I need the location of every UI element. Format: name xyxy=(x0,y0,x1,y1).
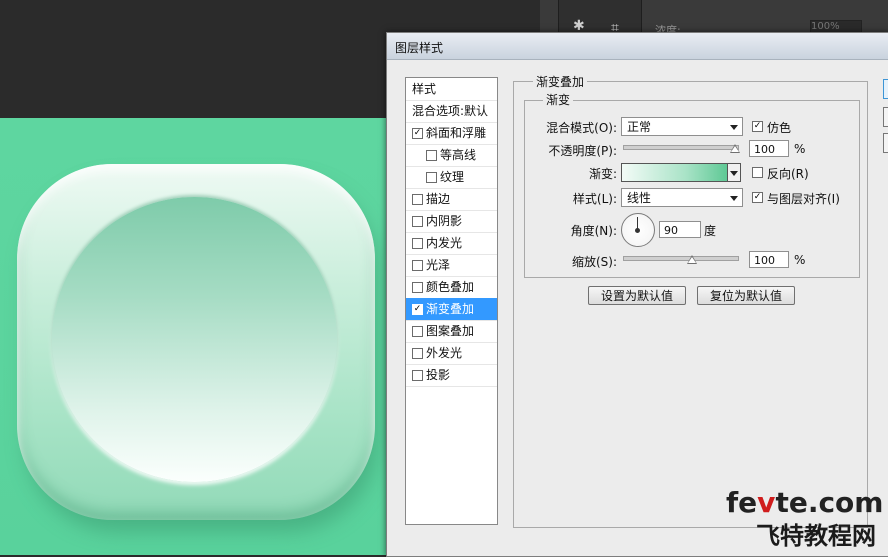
style-list-label: 斜面和浮雕 xyxy=(426,126,487,140)
dialog-title: 图层样式 xyxy=(395,41,444,55)
style-list-item[interactable]: 纹理 xyxy=(406,166,497,189)
watermark-url: fevte.com xyxy=(726,486,884,519)
style-list: 样式 混合选项:默认 ✓ 斜面和浮雕 等高线 纹理 描边 内阴影 内发光 光泽 颜色叠加 ✓ 渐变叠加图… xyxy=(405,77,498,525)
align-with-layer-label: 与图层对齐(I) xyxy=(767,192,840,206)
style-label: 样式(L): xyxy=(572,192,617,206)
style-list-checkbox[interactable]: ✓ xyxy=(412,128,423,139)
new-style-button[interactable] xyxy=(883,133,888,153)
opacity-slider-thumb[interactable] xyxy=(730,144,740,153)
style-list-checkbox[interactable] xyxy=(412,194,423,205)
style-list-item[interactable]: ✓ 渐变叠加 xyxy=(406,298,497,321)
dither-checkbox[interactable]: ✓ xyxy=(752,121,763,132)
style-list-item[interactable]: ✓ 斜面和浮雕 xyxy=(406,122,497,145)
ok-button[interactable] xyxy=(883,79,888,99)
style-list-checkbox[interactable] xyxy=(412,238,423,249)
blend-mode-select[interactable]: 正常 xyxy=(621,117,743,136)
style-list-checkbox[interactable] xyxy=(412,370,423,381)
reset-default-button[interactable]: 复位为默认值 xyxy=(697,286,795,305)
style-list-checkbox[interactable] xyxy=(412,326,423,337)
style-list-checkbox[interactable] xyxy=(412,260,423,271)
layer-style-dialog: 图层样式 样式 混合选项:默认 ✓ 斜面和浮雕 等高线 纹理 描边 内阴影 内发光 光泽 颜色叠加 ✓… xyxy=(386,32,888,557)
chevron-down-icon xyxy=(730,171,738,176)
scale-label: 缩放(S): xyxy=(571,255,617,269)
style-list-checkbox[interactable] xyxy=(412,216,423,227)
scale-unit: % xyxy=(794,253,806,267)
style-list-item[interactable]: 内发光 xyxy=(406,232,497,255)
style-list-label: 描边 xyxy=(426,192,451,206)
scale-slider-thumb[interactable] xyxy=(687,255,697,264)
gradient-swatch[interactable] xyxy=(621,163,729,182)
style-list-item[interactable]: 混合选项:默认 xyxy=(406,100,497,123)
style-list-label: 内阴影 xyxy=(426,214,463,228)
style-list-label: 混合选项:默认 xyxy=(412,104,489,118)
style-list-item[interactable]: 内阴影 xyxy=(406,210,497,233)
opacity-label: 不透明度(P): xyxy=(548,144,617,158)
align-with-layer-checkbox[interactable]: ✓ xyxy=(752,192,763,203)
opacity-slider-track[interactable] xyxy=(623,145,739,150)
style-list-label: 投影 xyxy=(426,368,451,382)
style-list-label: 光泽 xyxy=(426,258,451,272)
style-list-item[interactable]: 描边 xyxy=(406,188,497,211)
style-list-item[interactable]: 投影 xyxy=(406,364,497,387)
style-list-checkbox[interactable] xyxy=(426,172,437,183)
scale-input[interactable]: 100 xyxy=(749,251,789,268)
style-list-label: 渐变叠加 xyxy=(426,302,475,316)
dither-label: 仿色 xyxy=(767,121,792,135)
blend-mode-value: 正常 xyxy=(627,120,652,134)
chevron-down-icon xyxy=(730,125,738,130)
section-title: 渐变叠加 xyxy=(533,73,588,90)
make-default-button[interactable]: 设置为默认值 xyxy=(588,286,686,305)
style-list-item[interactable]: 外发光 xyxy=(406,342,497,365)
style-list-checkbox[interactable] xyxy=(426,150,437,161)
style-list-label: 等高线 xyxy=(440,148,477,162)
style-select[interactable]: 线性 xyxy=(621,188,743,207)
style-list-checkbox[interactable] xyxy=(412,348,423,359)
style-list-checkbox[interactable]: ✓ xyxy=(412,304,423,315)
icon-inner-circle xyxy=(52,197,337,482)
group-title: 渐变 xyxy=(543,91,574,108)
dialog-titlebar[interactable]: 图层样式 xyxy=(387,33,888,60)
style-list-label: 颜色叠加 xyxy=(426,280,475,294)
opacity-input[interactable]: 100 xyxy=(749,140,789,157)
reverse-checkbox[interactable] xyxy=(752,167,763,178)
style-list-item[interactable]: 等高线 xyxy=(406,144,497,167)
angle-unit: 度 xyxy=(704,224,717,238)
style-list-item[interactable]: 图案叠加 xyxy=(406,320,497,343)
gradient-label: 渐变: xyxy=(588,167,617,181)
style-list-label: 内发光 xyxy=(426,236,463,250)
gradient-picker-button[interactable] xyxy=(727,163,741,182)
style-list-label: 纹理 xyxy=(440,170,465,184)
blend-mode-label: 混合模式(O): xyxy=(546,121,617,135)
watermark-site-name: 飞特教程网 xyxy=(756,522,876,550)
cancel-button[interactable] xyxy=(883,107,888,127)
angle-label: 角度(N): xyxy=(570,224,617,238)
style-value: 线性 xyxy=(627,191,652,205)
angle-center-dot xyxy=(635,228,640,233)
style-list-label: 外发光 xyxy=(426,346,463,360)
angle-input[interactable]: 90 xyxy=(659,221,701,238)
style-list-item[interactable]: 颜色叠加 xyxy=(406,276,497,299)
style-list-item[interactable]: 光泽 xyxy=(406,254,497,277)
style-list-label: 样式 xyxy=(412,82,437,96)
angle-dial[interactable] xyxy=(621,213,655,247)
style-list-checkbox[interactable] xyxy=(412,282,423,293)
style-list-label: 图案叠加 xyxy=(426,324,475,338)
scale-slider-track[interactable] xyxy=(623,256,739,261)
chevron-down-icon xyxy=(730,196,738,201)
opacity-unit: % xyxy=(794,142,806,156)
style-list-item[interactable]: 样式 xyxy=(406,78,497,101)
reverse-label: 反向(R) xyxy=(767,167,809,181)
